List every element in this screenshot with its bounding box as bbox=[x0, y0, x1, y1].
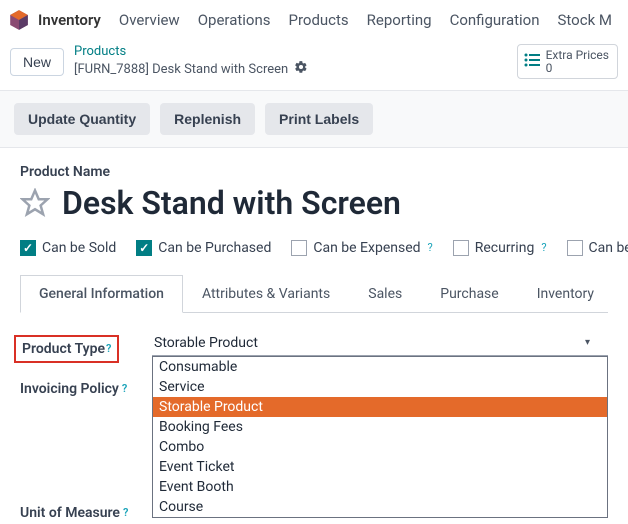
extra-prices-label: Extra Prices bbox=[546, 49, 609, 62]
checkbox-icon bbox=[567, 240, 583, 256]
help-icon[interactable]: ? bbox=[122, 382, 127, 395]
help-icon[interactable]: ? bbox=[541, 241, 546, 254]
option-event-ticket[interactable]: Event Ticket bbox=[153, 457, 607, 477]
tab-purchase[interactable]: Purchase bbox=[421, 275, 517, 313]
top-menubar: Inventory Overview Operations Products R… bbox=[0, 0, 628, 40]
product-type-label: Product Type bbox=[22, 341, 105, 357]
checkbox-icon bbox=[453, 240, 469, 256]
extra-prices-count: 0 bbox=[546, 62, 609, 75]
can-be-purchased-label: Can be Purchased bbox=[158, 240, 271, 256]
tab-inventory[interactable]: Inventory bbox=[518, 275, 613, 313]
topmenu-reporting[interactable]: Reporting bbox=[367, 11, 432, 29]
can-be-expensed-label: Can be Expensed bbox=[313, 240, 420, 256]
breadcrumb-current-text: [FURN_7888] Desk Stand with Screen bbox=[74, 62, 288, 78]
product-form: Product Name Desk Stand with Screen ✓ Ca… bbox=[0, 148, 628, 521]
tab-sales[interactable]: Sales bbox=[349, 275, 421, 313]
topmenu-stock[interactable]: Stock M bbox=[558, 11, 613, 29]
chevron-down-icon: ▾ bbox=[585, 337, 590, 348]
help-icon[interactable]: ? bbox=[106, 342, 111, 355]
recurring-label: Recurring bbox=[475, 240, 535, 256]
extra-prices-button[interactable]: Extra Prices 0 bbox=[517, 44, 618, 79]
brand-title: Inventory bbox=[38, 11, 101, 29]
recurring-checkbox[interactable]: Recurring ? bbox=[453, 240, 547, 256]
new-button[interactable]: New bbox=[10, 48, 64, 76]
product-name-label: Product Name bbox=[20, 164, 608, 180]
topmenu-operations[interactable]: Operations bbox=[198, 11, 271, 29]
help-icon[interactable]: ? bbox=[428, 241, 433, 254]
help-icon[interactable]: ? bbox=[123, 506, 128, 519]
option-consumable[interactable]: Consumable bbox=[153, 357, 607, 377]
uom-label: Unit of Measure bbox=[20, 505, 120, 521]
tab-general-information[interactable]: General Information bbox=[20, 275, 183, 313]
breadcrumb-parent[interactable]: Products bbox=[74, 44, 308, 60]
can-be-truncated-checkbox[interactable]: Can be bbox=[567, 240, 628, 256]
can-be-sold-label: Can be Sold bbox=[42, 240, 116, 256]
option-combo[interactable]: Combo bbox=[153, 437, 607, 457]
option-booking-fees[interactable]: Booking Fees bbox=[153, 417, 607, 437]
checkbox-row: ✓ Can be Sold ✓ Can be Purchased Can be … bbox=[20, 240, 608, 256]
uom-label-cell: Unit of Measure ? bbox=[20, 501, 152, 521]
tab-attributes-variants[interactable]: Attributes & Variants bbox=[183, 275, 349, 313]
product-type-select[interactable]: Storable Product ▾ Consumable Service St… bbox=[152, 331, 608, 356]
header-row: New Products [FURN_7888] Desk Stand with… bbox=[0, 40, 628, 90]
can-be-expensed-checkbox[interactable]: Can be Expensed ? bbox=[291, 240, 432, 256]
topmenu-products[interactable]: Products bbox=[288, 11, 348, 29]
gear-icon[interactable] bbox=[294, 60, 308, 79]
topmenu-overview[interactable]: Overview bbox=[119, 11, 180, 29]
breadcrumb: Products [FURN_7888] Desk Stand with Scr… bbox=[74, 44, 308, 80]
can-be-sold-checkbox[interactable]: ✓ Can be Sold bbox=[20, 240, 116, 256]
invoicing-policy-label-cell: Invoicing Policy ? bbox=[20, 377, 152, 397]
breadcrumb-current: [FURN_7888] Desk Stand with Screen bbox=[74, 60, 308, 79]
can-be-truncated-label: Can be bbox=[589, 240, 628, 256]
option-course[interactable]: Course bbox=[153, 497, 607, 517]
list-icon bbox=[524, 53, 540, 71]
favorite-star-icon[interactable] bbox=[20, 188, 50, 218]
product-type-value: Storable Product bbox=[154, 335, 258, 351]
product-type-display[interactable]: Storable Product ▾ bbox=[152, 331, 608, 356]
product-name-value[interactable]: Desk Stand with Screen bbox=[62, 184, 401, 222]
checkbox-icon: ✓ bbox=[136, 240, 152, 256]
replenish-button[interactable]: Replenish bbox=[160, 103, 255, 135]
general-info-fields: Product Type ? Storable Product ▾ Consum… bbox=[20, 331, 608, 521]
brand-logo-icon bbox=[8, 9, 30, 31]
actions-bar: Update Quantity Replenish Print Labels bbox=[0, 90, 628, 148]
checkbox-icon bbox=[291, 240, 307, 256]
product-type-dropdown: Consumable Service Storable Product Book… bbox=[152, 356, 608, 518]
topmenu-configuration[interactable]: Configuration bbox=[450, 11, 540, 29]
option-storable-product[interactable]: Storable Product bbox=[153, 397, 607, 417]
option-service[interactable]: Service bbox=[153, 377, 607, 397]
update-quantity-button[interactable]: Update Quantity bbox=[14, 103, 150, 135]
product-type-highlight: Product Type ? bbox=[14, 335, 119, 363]
invoicing-policy-label: Invoicing Policy bbox=[20, 381, 119, 397]
option-event-booth[interactable]: Event Booth bbox=[153, 477, 607, 497]
tab-truncated[interactable]: A bbox=[613, 275, 628, 313]
print-labels-button[interactable]: Print Labels bbox=[265, 103, 373, 135]
tab-bar: General Information Attributes & Variant… bbox=[20, 274, 608, 313]
checkbox-icon: ✓ bbox=[20, 240, 36, 256]
product-type-label-cell: Product Type ? bbox=[20, 331, 152, 363]
brand[interactable]: Inventory bbox=[8, 9, 101, 31]
can-be-purchased-checkbox[interactable]: ✓ Can be Purchased bbox=[136, 240, 271, 256]
